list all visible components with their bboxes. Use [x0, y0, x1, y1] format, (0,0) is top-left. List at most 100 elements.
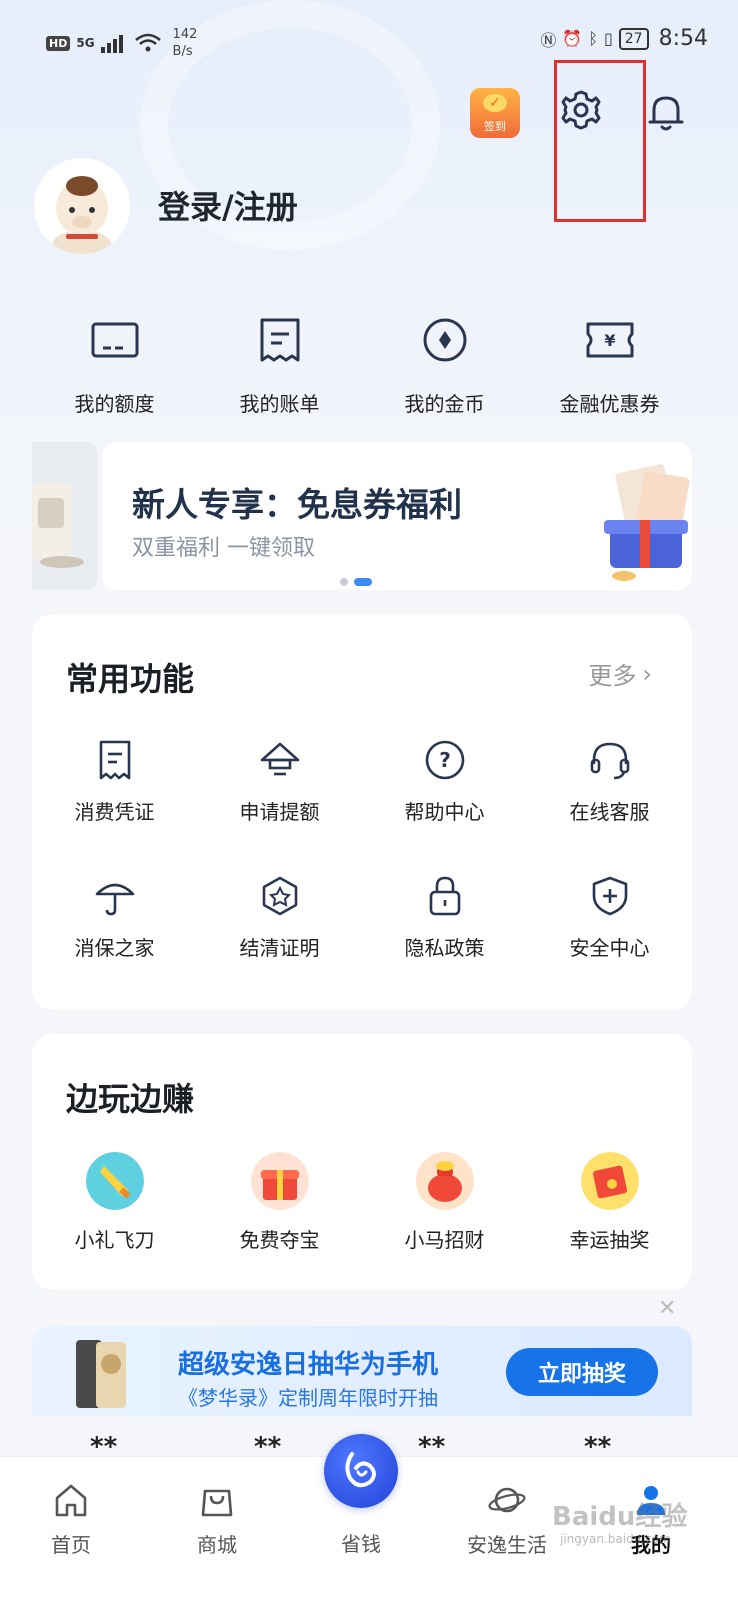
carousel-indicator [340, 578, 372, 586]
game-item-lucky-draw[interactable]: 幸运抽奖 [527, 1152, 692, 1288]
quick-item-coupon[interactable]: ¥ 金融优惠券 [527, 312, 692, 417]
function-item-settlement-certificate[interactable]: 结清证明 [197, 874, 362, 1010]
function-label: 在线客服 [569, 800, 650, 824]
flying-knife-icon [85, 1152, 144, 1210]
function-item-security[interactable]: 安全中心 [527, 874, 692, 1010]
tab-label: 商城 [197, 1533, 237, 1557]
play-earn-card: 边玩边赚 小礼飞刀 免费夺宝 小马招财 幸运抽奖 [32, 1034, 692, 1290]
game-item-free-treasure[interactable]: 免费夺宝 [197, 1152, 362, 1288]
game-label: 小礼飞刀 [74, 1228, 155, 1252]
function-item-receipt[interactable]: 消费凭证 [32, 738, 197, 874]
tab-label: 首页 [51, 1533, 91, 1557]
section-title: 常用功能 [66, 660, 195, 698]
nfc-icon: Ⓝ [540, 30, 557, 50]
battery-indicator: 27 [618, 27, 649, 50]
carousel-dot [340, 578, 348, 586]
sign-in-button[interactable]: ✓ 签到 [470, 88, 520, 138]
avatar[interactable] [34, 158, 130, 254]
tab-save-money[interactable] [324, 1434, 398, 1508]
tab-mall[interactable]: 商城 [162, 1481, 272, 1558]
wifi-icon [134, 33, 161, 52]
quick-item-coins[interactable]: 我的金币 [362, 312, 527, 417]
signal-icon [100, 35, 123, 53]
banner-title: 新人专享：免息券福利 [132, 485, 462, 524]
promo-carousel[interactable]: 新人专享：免息券福利 双重福利 一键领取 [32, 442, 692, 590]
function-label: 隐私政策 [404, 936, 485, 960]
lock-icon [429, 876, 460, 916]
game-label: 小马招财 [404, 1228, 485, 1252]
function-label: 安全中心 [569, 936, 650, 960]
tab-life[interactable]: 安逸生活 [452, 1481, 562, 1558]
function-label: 申请提额 [239, 800, 320, 824]
chevron-right-icon: › [642, 659, 652, 688]
quick-item-label: 金融优惠券 [559, 392, 660, 416]
banner-subtitle: 双重福利 一键领取 [132, 536, 315, 561]
section-title: 边玩边赚 [66, 1080, 195, 1118]
function-item-help[interactable]: ? 帮助中心 [362, 738, 527, 874]
carousel-dot-active [354, 578, 372, 586]
game-item-flying-knife[interactable]: 小礼飞刀 [32, 1152, 197, 1288]
money-bag-icon [415, 1152, 474, 1210]
more-link[interactable]: 更多 › [588, 656, 652, 691]
promo-title: 超级安逸日抽华为手机 [178, 1350, 439, 1380]
function-item-privacy[interactable]: 隐私政策 [362, 874, 527, 1010]
game-item-lucky-horse[interactable]: 小马招财 [362, 1152, 527, 1288]
svg-text:?: ? [439, 748, 451, 772]
help-icon: ? [425, 740, 464, 780]
function-grid: 消费凭证 申请提额 ? 帮助中心 在线客服 消保之家 结清证明 隐私政策 安全中… [32, 738, 692, 1010]
promo-subtitle: 《梦华录》定制周年限时开抽 [178, 1386, 438, 1410]
home-icon [55, 1484, 87, 1517]
function-item-customer-service[interactable]: 在线客服 [527, 738, 692, 874]
headset-icon [590, 742, 629, 780]
red-envelope-icon [580, 1152, 639, 1210]
gift-box-icon [250, 1152, 309, 1210]
function-item-raise-limit[interactable]: 申请提额 [197, 738, 362, 874]
notification-button[interactable] [642, 88, 690, 136]
save-money-icon [345, 1452, 376, 1488]
game-label: 幸运抽奖 [569, 1228, 650, 1252]
check-icon: ✓ [483, 94, 507, 112]
bill-icon [260, 318, 299, 362]
watermark: Baidu经验 [552, 1502, 688, 1532]
draw-now-button[interactable]: 立即抽奖 [506, 1348, 658, 1396]
function-label: 消费凭证 [74, 800, 155, 824]
carousel-prev-slide[interactable] [32, 442, 98, 590]
login-register-link[interactable]: 登录/注册 [158, 182, 298, 228]
card-icon [91, 322, 138, 358]
highlight-annotation [554, 60, 646, 222]
network-speed: 142 B/s [173, 26, 198, 60]
shopping-bag-icon [201, 1489, 233, 1517]
tab-label: 安逸生活 [467, 1533, 547, 1557]
carousel-slide[interactable]: 新人专享：免息券福利 双重福利 一键领取 [102, 442, 692, 590]
appliance-icon [32, 482, 84, 568]
alarm-icon: ⏰ [562, 29, 583, 48]
phone-icon [76, 1340, 126, 1408]
more-label: 更多 [588, 662, 637, 690]
quick-item-label: 我的账单 [239, 392, 320, 416]
close-promo-button[interactable]: ✕ [658, 1296, 676, 1321]
network-type: 5G [76, 36, 95, 50]
function-item-consumer-protection[interactable]: 消保之家 [32, 874, 197, 1010]
quick-item-label: 我的额度 [74, 392, 155, 416]
function-label: 帮助中心 [404, 800, 485, 824]
function-label: 结清证明 [239, 936, 320, 960]
svg-text:¥: ¥ [604, 331, 615, 350]
certificate-icon [262, 876, 297, 916]
planet-icon [488, 1487, 526, 1513]
umbrella-icon [95, 883, 134, 916]
quick-item-bill[interactable]: 我的账单 [197, 312, 362, 417]
game-grid: 小礼飞刀 免费夺宝 小马招财 幸运抽奖 [32, 1152, 692, 1288]
promo-banner[interactable]: 超级安逸日抽华为手机 《梦华录》定制周年限时开抽 立即抽奖 [32, 1326, 692, 1416]
raise-limit-icon [260, 742, 299, 776]
receipt-icon [99, 740, 130, 780]
coin-icon [423, 318, 466, 362]
mascot-horse-icon [52, 176, 112, 254]
tab-home[interactable]: 首页 [16, 1481, 126, 1558]
shield-icon [592, 876, 627, 916]
quick-item-credit-limit[interactable]: 我的额度 [32, 312, 197, 417]
status-right: Ⓝ ⏰ ᛒ ▯ 27 8:54 [540, 26, 708, 51]
function-label: 消保之家 [74, 936, 155, 960]
quick-item-label: 我的金币 [404, 392, 485, 416]
clock: 8:54 [658, 26, 708, 51]
bell-icon [648, 96, 684, 131]
